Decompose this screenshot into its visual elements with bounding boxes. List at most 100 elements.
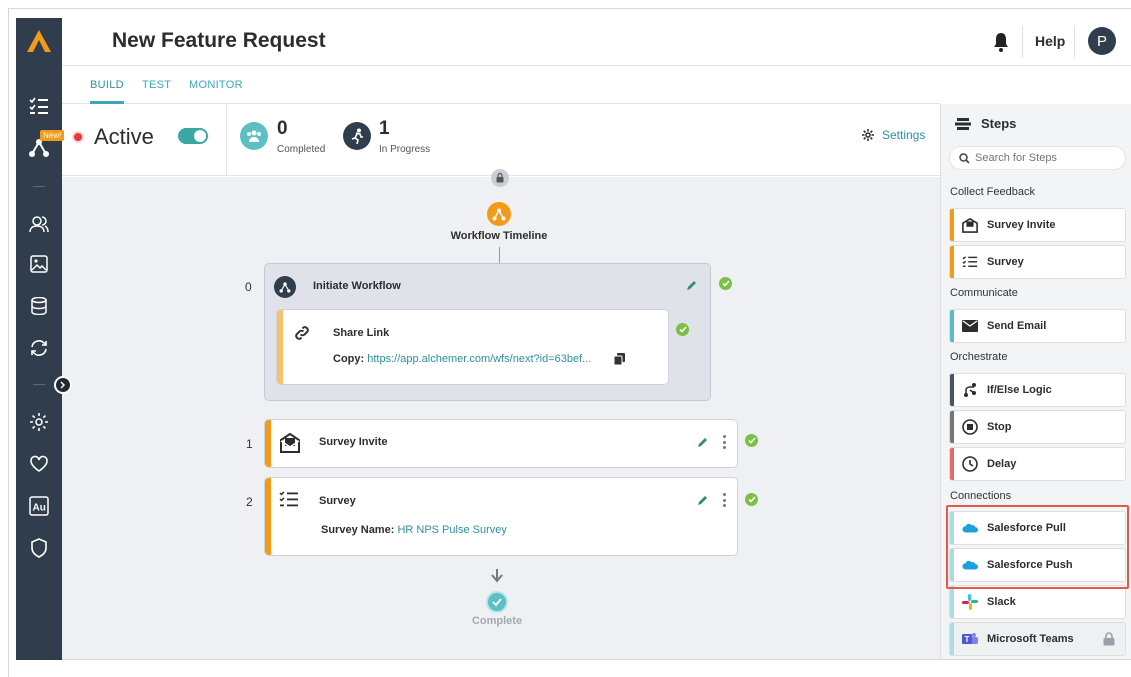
- step-survey[interactable]: Survey: [949, 245, 1126, 279]
- survey-accent: [265, 478, 271, 555]
- step-survey-invite[interactable]: Survey Invite: [949, 208, 1126, 242]
- link-icon: [295, 326, 309, 340]
- step-index: 2: [246, 495, 253, 509]
- step-accent: [950, 310, 954, 342]
- check-icon: [676, 323, 689, 336]
- search-icon: [959, 152, 970, 164]
- pencil-icon[interactable]: [697, 494, 709, 506]
- initiate-workflow-card[interactable]: Initiate Workflow Share Link Copy: https…: [264, 263, 711, 401]
- steps-header: Steps: [955, 116, 1016, 131]
- more-options-icon[interactable]: [722, 435, 726, 449]
- heart-icon[interactable]: [27, 452, 51, 476]
- complete-check-icon: [486, 591, 508, 613]
- step-label: Send Email: [987, 320, 1047, 332]
- stop-icon: [962, 419, 978, 435]
- bell-icon[interactable]: [992, 32, 1010, 52]
- nav-divider: [33, 186, 45, 187]
- left-nav: Au: [16, 18, 62, 660]
- tab-monitor[interactable]: MONITOR: [189, 79, 243, 91]
- tab-build[interactable]: BUILD: [90, 79, 124, 104]
- step-accent: [950, 246, 954, 278]
- pencil-icon[interactable]: [686, 279, 698, 291]
- image-icon[interactable]: [27, 252, 51, 276]
- survey-invite-icon: [280, 432, 300, 453]
- branch-icon: [964, 383, 976, 397]
- step-label: If/Else Logic: [987, 384, 1052, 396]
- status-divider: [226, 104, 227, 176]
- pencil-icon[interactable]: [697, 436, 709, 448]
- step-accent: [950, 209, 954, 241]
- step-microsoft-teams[interactable]: T Microsoft Teams: [949, 622, 1126, 656]
- tab-bar: BUILD TEST MONITOR: [62, 66, 940, 104]
- active-toggle[interactable]: [178, 128, 208, 144]
- steps-icon: [955, 117, 971, 130]
- svg-text:Au: Au: [33, 503, 46, 514]
- bottom-border: [62, 659, 1131, 660]
- status-bar: Active 0 Completed 1 In Progress Setting…: [62, 104, 940, 176]
- in-progress-count: 1: [379, 118, 390, 139]
- step-accent: [950, 411, 954, 443]
- steps-search-input[interactable]: [975, 152, 1115, 164]
- avatar[interactable]: P: [1088, 27, 1116, 55]
- header-divider: [1022, 26, 1023, 58]
- step-index: 1: [246, 437, 253, 451]
- timeline-connector: [499, 247, 500, 263]
- survey-name-value[interactable]: HR NPS Pulse Survey: [397, 524, 506, 536]
- in-progress-runner-icon: [343, 122, 371, 150]
- more-options-icon[interactable]: [722, 493, 726, 507]
- gear-icon[interactable]: [27, 410, 51, 434]
- share-link-url[interactable]: https://app.alchemer.com/wfs/next?id=63b…: [367, 353, 591, 365]
- top-header: New Feature Request Help P: [62, 18, 1131, 66]
- steps-search-box[interactable]: [949, 146, 1126, 170]
- connections-highlight-box: [946, 505, 1129, 589]
- step-accent: [950, 623, 954, 655]
- settings-button[interactable]: Settings: [862, 128, 925, 142]
- survey-invite-icon: [962, 217, 978, 233]
- au-icon[interactable]: Au: [27, 494, 51, 518]
- checklist-icon[interactable]: [27, 94, 51, 118]
- step-stop[interactable]: Stop: [949, 410, 1126, 444]
- clock-icon: [962, 456, 978, 472]
- lock-icon: [491, 169, 509, 187]
- shield-icon[interactable]: [27, 536, 51, 560]
- category-collect-feedback: Collect Feedback: [950, 186, 1035, 198]
- completed-count: 0: [277, 118, 288, 139]
- completed-users-icon: [240, 122, 268, 150]
- survey-invite-card[interactable]: Survey Invite: [264, 419, 738, 468]
- step-label: Delay: [987, 458, 1017, 470]
- step-if-else-logic[interactable]: If/Else Logic: [949, 373, 1126, 407]
- step-delay[interactable]: Delay: [949, 447, 1126, 481]
- copy-icon[interactable]: [614, 353, 625, 365]
- workflow-icon: [274, 276, 296, 298]
- active-status-label: Active: [94, 124, 154, 149]
- category-connections: Connections: [950, 490, 1012, 502]
- step-slack[interactable]: Slack: [949, 585, 1126, 619]
- step-label: Survey Invite: [987, 219, 1056, 231]
- step-send-email[interactable]: Send Email: [949, 309, 1126, 343]
- step-accent: [950, 448, 954, 480]
- survey-list-icon: [962, 256, 978, 267]
- alchemer-logo-icon[interactable]: [26, 28, 52, 54]
- users-icon[interactable]: [27, 212, 51, 236]
- database-icon[interactable]: [27, 294, 51, 318]
- share-link-accent: [277, 310, 283, 384]
- arrow-down-icon: [491, 569, 503, 583]
- header-divider: [1074, 26, 1075, 58]
- step-label: Slack: [987, 596, 1016, 608]
- workflow-timeline-label: Workflow Timeline: [450, 230, 548, 242]
- survey-title: Survey: [319, 495, 356, 507]
- help-link[interactable]: Help: [1035, 33, 1065, 49]
- sync-icon[interactable]: [27, 336, 51, 360]
- workflow-timeline-icon: [487, 202, 511, 226]
- svg-text:T: T: [965, 635, 970, 644]
- category-orchestrate: Orchestrate: [950, 351, 1008, 363]
- nav-expand-button[interactable]: [54, 376, 72, 394]
- tab-test[interactable]: TEST: [142, 79, 171, 91]
- survey-card[interactable]: Survey Survey Name: HR NPS Pulse Survey: [264, 477, 738, 556]
- step-label: Survey: [987, 256, 1024, 268]
- new-badge: New!: [40, 130, 65, 141]
- in-progress-label: In Progress: [379, 144, 431, 155]
- share-link-card[interactable]: Share Link Copy: https://app.alchemer.co…: [276, 309, 669, 385]
- complete-label: Complete: [471, 615, 523, 627]
- check-icon: [745, 434, 758, 447]
